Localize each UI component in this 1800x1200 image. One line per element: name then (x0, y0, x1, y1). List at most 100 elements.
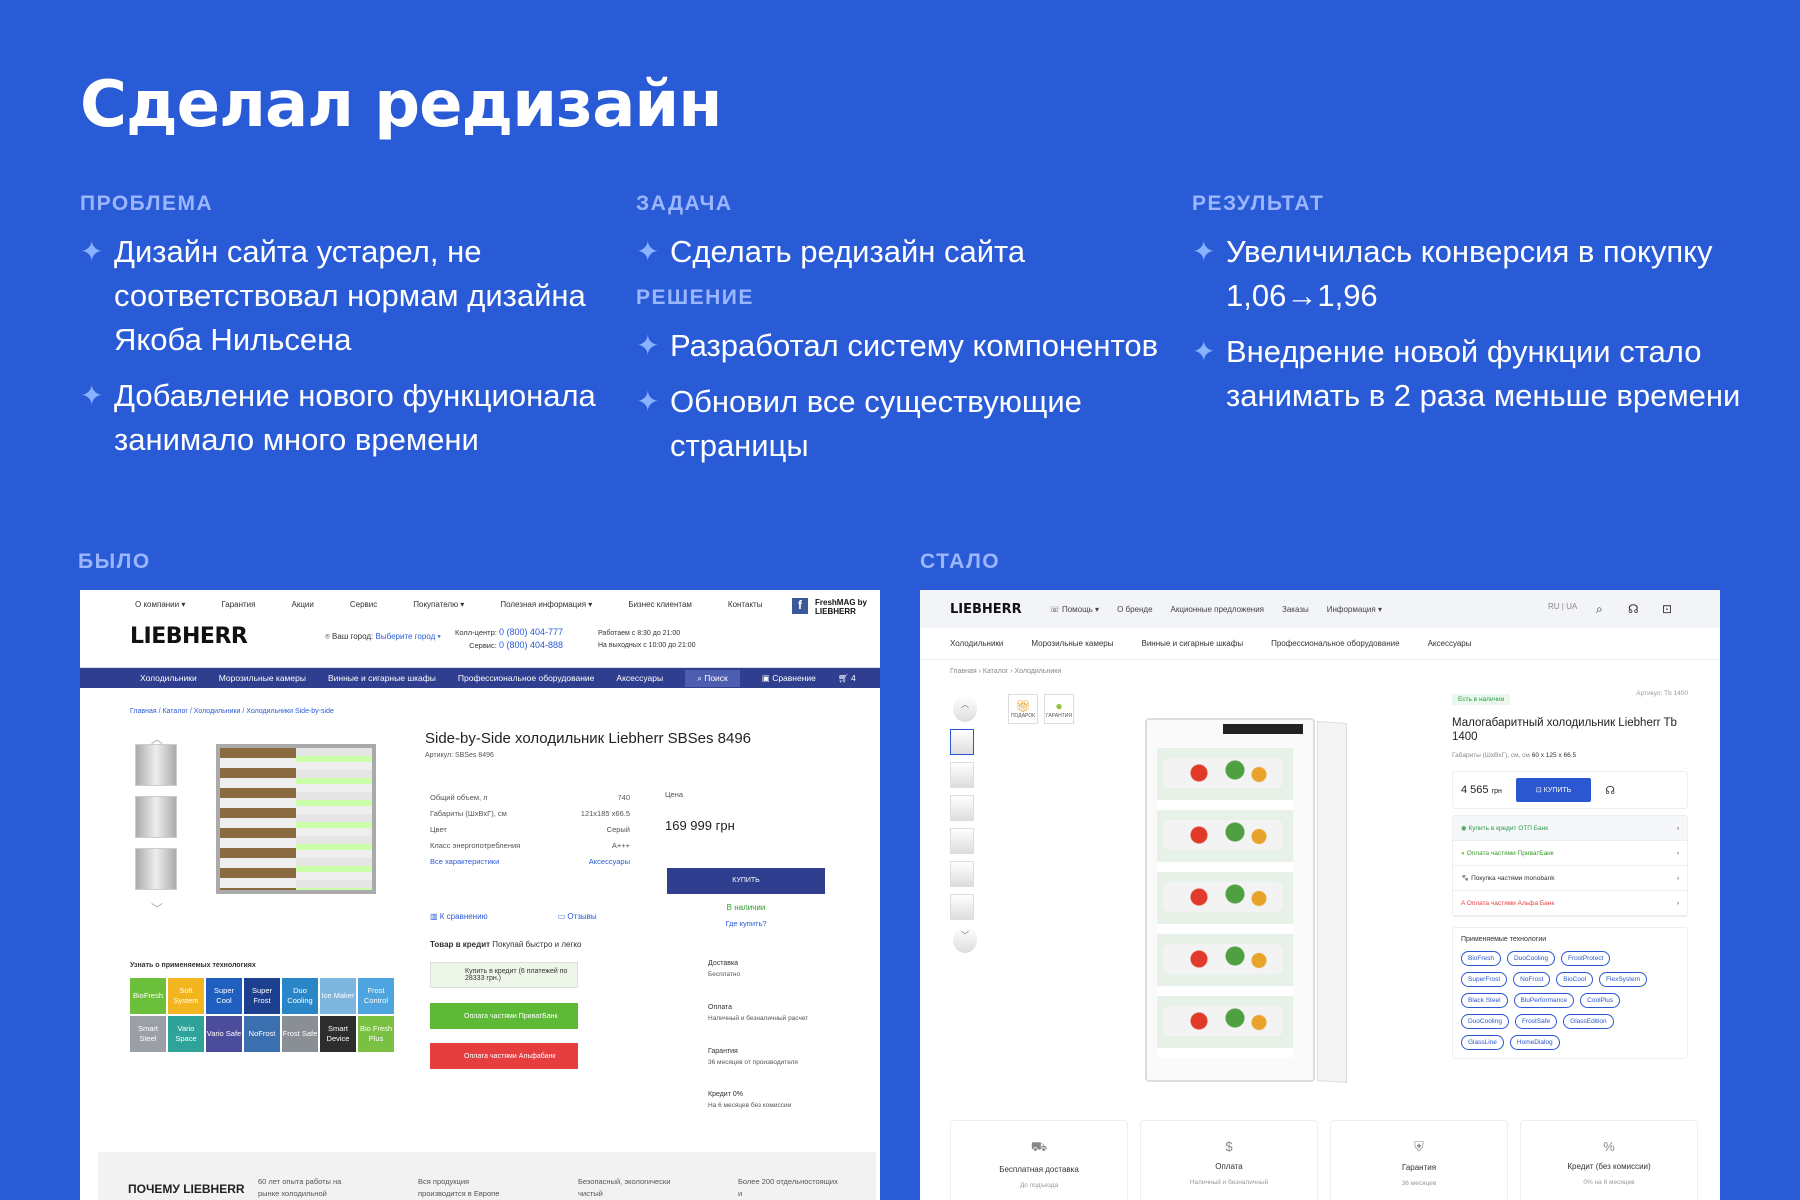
tech-tag[interactable]: BioFresh (1461, 951, 1502, 966)
old-menu-item[interactable]: Аксессуары (616, 673, 663, 683)
new-thumbnail[interactable] (950, 894, 974, 920)
new-thumbnail[interactable] (950, 795, 974, 821)
tech-tile[interactable]: Super Frost (244, 978, 280, 1014)
new-nav-item[interactable]: О бренде (1117, 605, 1152, 614)
tech-tag[interactable]: NoFrost (1513, 972, 1551, 987)
freshmag-logo[interactable]: FreshMAG by LIEBHERR (815, 598, 880, 616)
old-nav-item[interactable]: Покупателю ▾ (413, 600, 464, 609)
chevron-up-icon[interactable]: ︿ (135, 730, 179, 746)
facebook-icon[interactable]: f (792, 598, 808, 614)
phone-1[interactable]: 0 (800) 404-777 (499, 627, 563, 637)
headset-icon[interactable]: ☊ (1605, 784, 1615, 797)
tech-tile[interactable]: Bio Fresh Plus (358, 1016, 394, 1052)
old-menu-item[interactable]: Винные и сигарные шкафы (328, 673, 436, 683)
payment-option[interactable]: A Оплата частями Альфа Банк › (1453, 891, 1687, 916)
tech-tile[interactable]: Smart Steel (130, 1016, 166, 1052)
category-item[interactable]: Холодильники (950, 639, 1003, 648)
cart-icon[interactable]: ⊡ (1662, 602, 1672, 616)
old-search-button[interactable]: ⌕ Поиск (685, 669, 740, 687)
old-buy-button[interactable]: КУПИТЬ (667, 868, 825, 894)
old-nav-item[interactable]: Полезная информация ▾ (500, 600, 592, 609)
old-nav-item[interactable]: Гарантия (221, 600, 255, 609)
category-item[interactable]: Профессиональное оборудование (1271, 639, 1399, 648)
new-thumbnail[interactable] (950, 828, 974, 854)
tech-tile[interactable]: Vario Safe (206, 1016, 242, 1052)
phone-2[interactable]: 0 (800) 404-888 (499, 640, 563, 650)
new-thumbnail[interactable] (950, 861, 974, 887)
gift-badge[interactable]: 🎁︎ ПОДАРОК (1008, 694, 1038, 724)
tech-tag[interactable]: FrostSafe (1514, 1014, 1558, 1029)
payment-option[interactable]: 🐾︎ Покупка частями monobank › (1453, 866, 1687, 891)
reviews-link[interactable]: ▭ Отзывы (558, 912, 597, 921)
tech-tag[interactable]: DuoCooling (1461, 1014, 1509, 1029)
old-nav-item[interactable]: Акции (291, 600, 313, 609)
old-logo[interactable]: LIEBHERR (130, 624, 248, 649)
new-nav-item[interactable]: ☏ Помощь ▾ (1050, 605, 1099, 614)
new-breadcrumb[interactable]: Главная › Каталог › Холодильники (950, 668, 1061, 675)
new-product-image[interactable] (1085, 718, 1347, 1088)
payment-option[interactable]: ◉ Купить в кредит ОТП Банк › (1453, 816, 1687, 841)
tech-tag[interactable]: BluPerformance (1513, 993, 1575, 1008)
tech-tile[interactable]: Ice Maker (320, 978, 356, 1014)
old-menu-item[interactable]: Морозильные камеры (219, 673, 306, 683)
all-specs-link[interactable]: Все характеристики (430, 854, 499, 870)
old-nav-item[interactable]: Контакты (728, 600, 763, 609)
tech-tag[interactable]: FlexSystem (1599, 972, 1647, 987)
new-thumbnail[interactable] (950, 729, 974, 755)
city-selector[interactable]: ⌾ Ваш город: Выберите город ▾ (325, 632, 441, 642)
old-cart-button[interactable]: 🛒︎ 4 (838, 673, 856, 684)
old-compare-button[interactable]: ▣ Сравнение (762, 673, 816, 684)
credit-button[interactable]: Купить в кредит (6 платежей по 28333 грн… (430, 962, 578, 988)
tech-tag[interactable]: GlassLine (1461, 1035, 1504, 1050)
warranty-badge[interactable]: ● ГАРАНТИЯ (1044, 694, 1074, 724)
privatbank-button[interactable]: Оплата частями ПриватБанк (430, 1003, 578, 1029)
new-nav-item[interactable]: Акционные предложения (1171, 605, 1264, 614)
tech-tag[interactable]: DuoCooling (1507, 951, 1555, 966)
to-compare-link[interactable]: ▥ К сравнению (430, 912, 488, 921)
old-thumbnail[interactable] (135, 796, 177, 838)
category-item[interactable]: Морозильные камеры (1031, 639, 1113, 648)
new-logo[interactable]: LIEBHERR (950, 602, 1022, 617)
tech-tile[interactable]: BioFresh (130, 978, 166, 1014)
chevron-down-icon[interactable]: ﹀ (135, 900, 179, 917)
where-buy-link[interactable]: Где купить? (725, 919, 766, 928)
old-nav-item[interactable]: Сервис (350, 600, 377, 609)
tech-tag[interactable]: FrostProtect (1560, 951, 1611, 966)
accessories-link[interactable]: Аксессуары (589, 854, 630, 870)
tech-tile[interactable]: Smart Device (320, 1016, 356, 1052)
tech-tile[interactable]: Vario Space (168, 1016, 204, 1052)
old-product-image[interactable] (216, 744, 376, 894)
headset-icon[interactable]: ☊ (1628, 602, 1639, 616)
new-nav-item[interactable]: Информация ▾ (1327, 605, 1382, 614)
new-thumbnail[interactable] (950, 762, 974, 788)
tech-tile[interactable]: Soft System (168, 978, 204, 1014)
tech-tag[interactable]: GlassEdition (1563, 1014, 1614, 1029)
old-menu-item[interactable]: Холодильники (140, 673, 197, 683)
old-nav-item[interactable]: Бизнес клиентам (628, 600, 692, 609)
chevron-up-icon[interactable]: ︿ (953, 696, 977, 722)
tech-tag[interactable]: SuperFrost (1461, 972, 1508, 987)
tech-tag[interactable]: CoolPlus (1580, 993, 1621, 1008)
old-thumbnail[interactable] (135, 848, 177, 890)
chevron-down-icon[interactable]: ﹀ (953, 927, 977, 953)
tech-tile[interactable]: Duo Cooling (282, 978, 318, 1014)
city-link[interactable]: Выберите город ▾ (376, 632, 441, 641)
search-icon[interactable]: ⌕ (1596, 602, 1603, 617)
tech-tag[interactable]: HomeDialog (1509, 1035, 1560, 1050)
old-thumbnail[interactable] (135, 744, 177, 786)
language-switch[interactable]: RU | UA (1548, 602, 1577, 611)
category-item[interactable]: Аксессуары (1428, 639, 1472, 648)
payment-option[interactable]: ● Оплата частями ПриватБанк › (1453, 841, 1687, 866)
new-nav-item[interactable]: Заказы (1282, 605, 1309, 614)
tech-tile[interactable]: Frost Control (358, 978, 394, 1014)
tech-tag[interactable]: Black Steel (1461, 993, 1508, 1008)
old-menu-item[interactable]: Профессиональное оборудование (458, 673, 595, 683)
old-breadcrumb[interactable]: Главная / Каталог / Холодильники / Холод… (130, 708, 334, 715)
old-nav-item[interactable]: О компании ▾ (135, 600, 185, 609)
tech-tag[interactable]: BioCool (1556, 972, 1594, 987)
new-buy-button[interactable]: ⊡ КУПИТЬ (1515, 778, 1592, 802)
tech-tile[interactable]: Super Cool (206, 978, 242, 1014)
tech-tile[interactable]: NoFrost (244, 1016, 280, 1052)
alfabank-button[interactable]: Оплата частями Альфабанк (430, 1043, 578, 1069)
tech-tile[interactable]: Frost Safe (282, 1016, 318, 1052)
